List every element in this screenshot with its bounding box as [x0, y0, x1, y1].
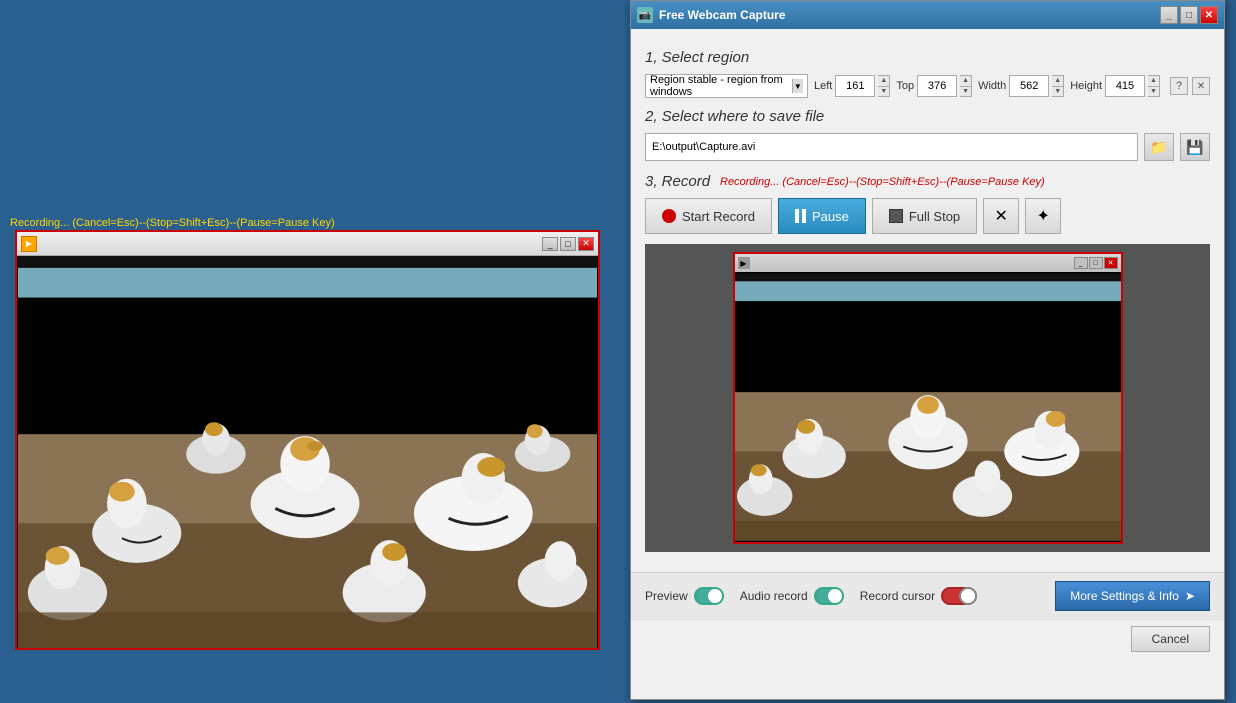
width-spinner-up[interactable]: ▲	[1052, 76, 1063, 87]
dialog-footer: Cancel	[631, 619, 1224, 658]
cursor-toggle[interactable]	[941, 587, 977, 605]
height-input[interactable]: 415	[1105, 75, 1145, 97]
dialog-titlebar-controls[interactable]: _ □ ✕	[1160, 6, 1218, 24]
left-label: Left	[814, 80, 832, 92]
dialog-close-button[interactable]: ✕	[1200, 6, 1218, 24]
stop-square-icon	[889, 209, 903, 223]
preview-maximize-button[interactable]: □	[1089, 257, 1103, 269]
dialog-titlebar: 📷 Free Webcam Capture _ □ ✕	[631, 1, 1224, 29]
dismiss-button[interactable]: ✕	[983, 198, 1019, 234]
webcam-titlebar: ▶ _ □ ✕	[17, 232, 598, 256]
left-spinner[interactable]: ▲ ▼	[878, 75, 890, 97]
left-spinner-down[interactable]: ▼	[878, 87, 889, 97]
top-coord-group: Top 376 ▲ ▼	[896, 75, 972, 97]
width-coord-group: Width 562 ▲ ▼	[978, 75, 1064, 97]
audio-toggle[interactable]	[814, 587, 844, 605]
left-coord-group: Left 161 ▲ ▼	[814, 75, 890, 97]
height-spinner[interactable]: ▲ ▼	[1148, 75, 1160, 97]
preview-minimize-button[interactable]: _	[1074, 257, 1088, 269]
browse-folder-button[interactable]: 📁	[1144, 133, 1174, 161]
cursor-label: Record cursor	[860, 589, 935, 603]
pause-label: Pause	[812, 209, 849, 224]
width-input[interactable]: 562	[1009, 75, 1049, 97]
record-buttons-row: Start Record Pause Full Stop ✕ ✦	[645, 198, 1210, 234]
webcam-video-content	[17, 256, 598, 648]
top-spinner[interactable]: ▲ ▼	[960, 75, 972, 97]
help-button[interactable]: ?	[1170, 77, 1188, 95]
top-spinner-down[interactable]: ▼	[960, 87, 971, 97]
preview-area: ▶ _ □ ✕	[645, 244, 1210, 552]
preview-window: ▶ _ □ ✕	[733, 252, 1123, 544]
height-spinner-up[interactable]: ▲	[1148, 76, 1159, 87]
section3-row: 3, Record Recording... (Cancel=Esc)--(St…	[645, 173, 1210, 190]
save-path-input[interactable]: E:\output\Capture.avi	[645, 133, 1138, 161]
audio-toggle-group: Audio record	[740, 587, 844, 605]
dialog-maximize-button[interactable]: □	[1180, 6, 1198, 24]
top-input[interactable]: 376	[917, 75, 957, 97]
top-spinner-up[interactable]: ▲	[960, 76, 971, 87]
top-label: Top	[896, 80, 914, 92]
bottom-controls: Preview Audio record Record cursor More …	[631, 572, 1224, 619]
section1-header: 1, Select region	[645, 49, 1210, 66]
preview-title-icon: ▶	[738, 257, 750, 269]
save-file-button[interactable]: 💾	[1180, 133, 1210, 161]
region-dropdown[interactable]: Region stable - region from windows ▼	[645, 74, 808, 98]
webcam-maximize-button[interactable]: □	[560, 237, 576, 251]
region-close-icon[interactable]: ✕	[1192, 77, 1210, 95]
section3-header: 3, Record	[645, 173, 710, 190]
preview-titlebar-controls[interactable]: _ □ ✕	[1074, 257, 1118, 269]
height-spinner-down[interactable]: ▼	[1148, 87, 1159, 97]
start-record-button[interactable]: Start Record	[645, 198, 772, 234]
left-input[interactable]: 161	[835, 75, 875, 97]
webcam-minimize-button[interactable]: _	[542, 237, 558, 251]
record-dot-icon	[662, 209, 676, 223]
more-settings-button[interactable]: More Settings & Info ➤	[1055, 581, 1210, 611]
pause-icon	[795, 209, 806, 223]
dialog-minimize-button[interactable]: _	[1160, 6, 1178, 24]
width-spinner-down[interactable]: ▼	[1052, 87, 1063, 97]
width-label: Width	[978, 80, 1006, 92]
recording-status-bar: Recording... (Cancel=Esc)--(Stop=Shift+E…	[10, 217, 335, 229]
capture-dialog: 📷 Free Webcam Capture _ □ ✕ 1, Select re…	[630, 0, 1225, 700]
pause-bar-1	[795, 209, 799, 223]
preview-toggle[interactable]	[694, 587, 724, 605]
full-stop-label: Full Stop	[909, 209, 960, 224]
cancel-button[interactable]: Cancel	[1131, 626, 1210, 652]
width-spinner[interactable]: ▲ ▼	[1052, 75, 1064, 97]
dialog-body: 1, Select region Region stable - region …	[631, 29, 1224, 572]
left-spinner-up[interactable]: ▲	[878, 76, 889, 87]
preview-close-button[interactable]: ✕	[1104, 257, 1118, 269]
recording-status-dialog: Recording... (Cancel=Esc)--(Stop=Shift+E…	[720, 176, 1045, 188]
preview-toggle-knob	[708, 589, 722, 603]
dropdown-arrow-icon: ▼	[792, 79, 803, 93]
height-coord-group: Height 415 ▲ ▼	[1070, 75, 1160, 97]
start-record-label: Start Record	[682, 209, 755, 224]
webcam-window: ▶ _ □ ✕	[15, 230, 600, 650]
play-icon: ▶	[21, 236, 37, 252]
audio-toggle-knob	[828, 589, 842, 603]
preview-titlebar: ▶ _ □ ✕	[735, 254, 1121, 272]
preview-toggle-group: Preview	[645, 587, 724, 605]
pause-bar-2	[802, 209, 806, 223]
audio-label: Audio record	[740, 589, 808, 603]
cursor-toggle-knob	[959, 587, 977, 605]
webcam-window-controls[interactable]: _ □ ✕	[542, 237, 594, 251]
webcam-close-button[interactable]: ✕	[578, 237, 594, 251]
region-row: Region stable - region from windows ▼ Le…	[645, 74, 1210, 98]
more-settings-label: More Settings & Info	[1070, 589, 1179, 603]
cursor-toggle-group: Record cursor	[860, 587, 977, 605]
save-file-row: E:\output\Capture.avi 📁 💾	[645, 133, 1210, 161]
dialog-title: Free Webcam Capture	[659, 8, 786, 22]
dialog-title-icon: 📷	[637, 7, 653, 23]
full-stop-button[interactable]: Full Stop	[872, 198, 977, 234]
preview-video-content	[735, 272, 1121, 542]
height-label: Height	[1070, 80, 1102, 92]
preview-label: Preview	[645, 589, 688, 603]
brightness-button[interactable]: ✦	[1025, 198, 1061, 234]
pause-button[interactable]: Pause	[778, 198, 866, 234]
more-settings-icon: ➤	[1185, 589, 1195, 603]
region-dropdown-value: Region stable - region from windows	[650, 74, 792, 98]
section2-header: 2, Select where to save file	[645, 108, 1210, 125]
